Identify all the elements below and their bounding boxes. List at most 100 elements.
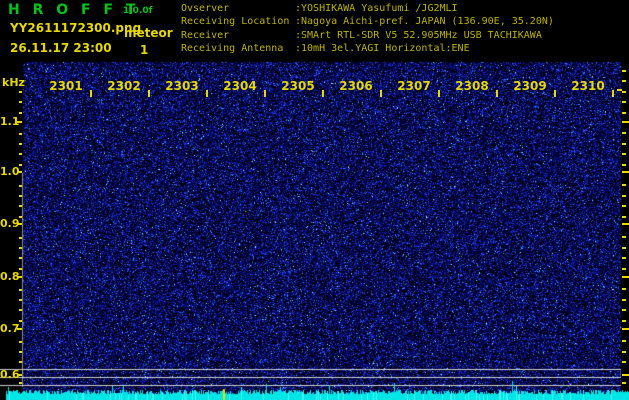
- right-freq-minor-tick: [622, 236, 626, 238]
- right-freq-minor-tick: [622, 205, 626, 207]
- right-freq-major-tick: [622, 374, 629, 376]
- info-line: Ovserver:YOSHIKAWA Yasufumi /JG2MLI: [181, 2, 554, 15]
- freq-minor-tick: [19, 216, 22, 218]
- app-title: H R O F F T: [8, 2, 139, 18]
- time-tick: [612, 90, 614, 97]
- freq-tick-label: 0.7: [0, 322, 17, 335]
- freq-major-tick: [17, 223, 22, 225]
- freq-tick-label: 0.8: [0, 270, 17, 283]
- right-freq-minor-tick: [622, 247, 626, 249]
- freq-minor-tick: [19, 351, 22, 353]
- freq-minor-tick: [19, 289, 22, 291]
- time-tick: [438, 90, 440, 97]
- right-freq-minor-tick: [622, 361, 626, 363]
- right-freq-minor-tick: [622, 184, 626, 186]
- freq-minor-tick: [19, 382, 22, 384]
- time-tick-label: 2309: [513, 79, 546, 93]
- freq-minor-tick: [19, 101, 22, 103]
- spectrogram-canvas: [0, 0, 629, 400]
- time-tick-label: 2308: [455, 79, 488, 93]
- freq-minor-tick: [19, 361, 22, 363]
- time-tick: [90, 90, 92, 97]
- freq-minor-tick: [19, 320, 22, 322]
- right-freq-minor-tick: [622, 382, 626, 384]
- time-tick-label: 2301: [49, 79, 82, 93]
- freq-minor-tick: [19, 195, 22, 197]
- freq-tick-label: 1.0: [0, 165, 17, 178]
- time-tick-label: 2306: [339, 79, 372, 93]
- info-label: Ovserver: [181, 2, 295, 15]
- right-freq-major-tick: [622, 328, 629, 330]
- right-freq-minor-tick: [622, 143, 626, 145]
- time-tick: [496, 90, 498, 97]
- right-freq-minor-tick: [622, 351, 626, 353]
- right-freq-minor-tick: [622, 101, 626, 103]
- freq-major-tick: [17, 171, 22, 173]
- freq-minor-tick: [19, 205, 22, 207]
- info-value: :YOSHIKAWA Yasufumi /JG2MLI: [295, 2, 458, 15]
- time-axis-end-tick: [617, 89, 622, 91]
- right-freq-major-tick: [622, 121, 629, 123]
- freq-minor-tick: [19, 237, 22, 239]
- info-line: Receiving Location:Nagoya Aichi-pref. JA…: [181, 15, 554, 28]
- right-freq-major-tick: [622, 276, 629, 278]
- hrofft-window: H R O F F T 1.0.0f YY2611172300.png mete…: [0, 0, 629, 400]
- right-freq-minor-tick: [622, 70, 626, 72]
- freq-minor-tick: [19, 257, 22, 259]
- freq-minor-tick: [19, 153, 22, 155]
- time-tick: [380, 90, 382, 97]
- freq-minor-tick: [19, 299, 22, 301]
- right-freq-minor-tick: [622, 153, 626, 155]
- right-freq-minor-tick: [622, 340, 626, 342]
- freq-minor-tick: [19, 91, 22, 93]
- observation-datetime: 26.11.17 23:00: [10, 41, 112, 55]
- observer-info: Ovserver:YOSHIKAWA Yasufumi /JG2MLIRecei…: [181, 2, 554, 56]
- mode-label: meteor: [124, 26, 173, 40]
- right-freq-minor-tick: [622, 164, 626, 166]
- freq-minor-tick: [19, 133, 22, 135]
- freq-minor-tick: [19, 112, 22, 114]
- time-tick-label: 2304: [223, 79, 256, 93]
- time-tick-label: 2310: [571, 79, 604, 93]
- right-freq-minor-tick: [622, 320, 626, 322]
- freq-tick-label: 0.6: [0, 368, 17, 381]
- time-tick-label: 2303: [165, 79, 198, 93]
- time-tick: [554, 90, 556, 97]
- capture-filename: YY2611172300.png: [10, 21, 141, 35]
- right-freq-major-tick: [622, 171, 629, 173]
- meteor-count: 1: [140, 43, 148, 57]
- right-freq-minor-tick: [622, 132, 626, 134]
- freq-minor-tick: [19, 268, 22, 270]
- app-version: 1.0.0f: [123, 6, 153, 16]
- freq-minor-tick: [19, 164, 22, 166]
- right-freq-minor-tick: [622, 299, 626, 301]
- right-freq-minor-tick: [622, 195, 626, 197]
- freq-minor-tick: [19, 247, 22, 249]
- freq-minor-tick: [19, 143, 22, 145]
- time-tick: [264, 90, 266, 97]
- freq-major-tick: [17, 121, 22, 123]
- time-tick: [322, 90, 324, 97]
- right-freq-major-tick: [622, 223, 629, 225]
- freq-major-tick: [17, 276, 22, 278]
- right-freq-minor-tick: [622, 112, 626, 114]
- right-freq-minor-tick: [622, 288, 626, 290]
- freq-tick-label: 0.9: [0, 217, 17, 230]
- info-label: Receiving Location: [181, 15, 295, 28]
- right-freq-minor-tick: [622, 91, 626, 93]
- info-label: Receiver: [181, 29, 295, 42]
- time-tick-label: 2302: [107, 79, 140, 93]
- right-freq-minor-tick: [622, 80, 626, 82]
- info-line: Receiver:SMArt RTL-SDR V5 52.905MHz USB …: [181, 29, 554, 42]
- info-value: :Nagoya Aichi-pref. JAPAN (136.90E, 35.2…: [295, 15, 554, 28]
- right-freq-minor-tick: [622, 216, 626, 218]
- info-value: :SMArt RTL-SDR V5 52.905MHz USB TACHIKAW…: [295, 29, 542, 42]
- time-tick: [206, 90, 208, 97]
- freq-minor-tick: [19, 185, 22, 187]
- freq-unit-label: kHz: [2, 76, 25, 89]
- right-freq-minor-tick: [622, 309, 626, 311]
- freq-minor-tick: [19, 341, 22, 343]
- info-value: :10mH 3el.YAGI Horizontal:ENE: [295, 42, 470, 55]
- freq-minor-tick: [19, 309, 22, 311]
- info-label: Receiving Antenna: [181, 42, 295, 55]
